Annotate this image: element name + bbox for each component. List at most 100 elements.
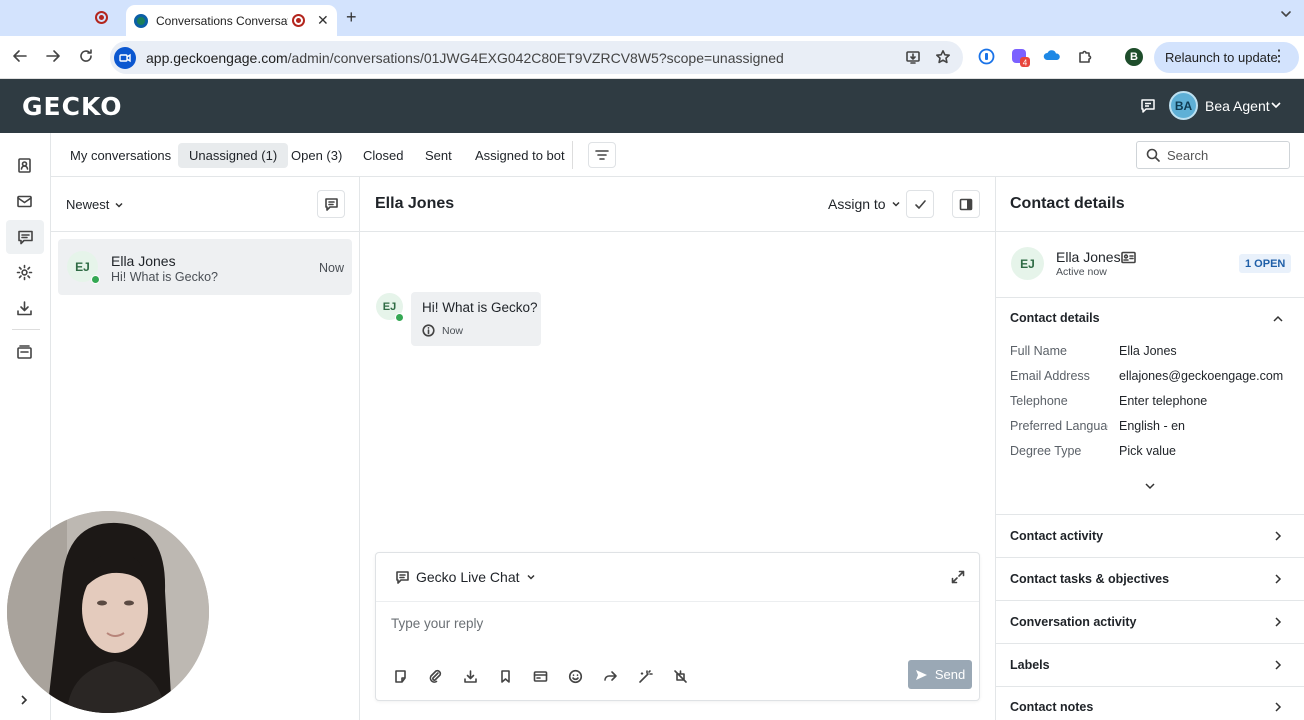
chevron-right-icon[interactable]: [1272, 616, 1284, 628]
section-labels[interactable]: Labels: [1010, 658, 1050, 672]
chevron-down-icon: [115, 202, 123, 208]
composer-toolbar: [393, 669, 688, 684]
section-contact-notes[interactable]: Contact notes: [1010, 700, 1093, 714]
url-text[interactable]: app.geckoengage.com/admin/conversations/…: [146, 50, 784, 66]
browser-toolbar: app.geckoengage.com/admin/conversations/…: [0, 36, 1304, 79]
section-contact-tasks[interactable]: Contact tasks & objectives: [1010, 572, 1169, 586]
download-icon[interactable]: [463, 669, 478, 684]
close-conversation-button[interactable]: [906, 190, 934, 218]
field-value-telephone[interactable]: Enter telephone: [1119, 394, 1207, 408]
extension-badge-icon[interactable]: 4: [1011, 48, 1031, 68]
tab-title: Conversations Conversations: [156, 13, 288, 28]
filter-options-button[interactable]: [588, 142, 616, 168]
field-label-telephone: Telephone: [1010, 394, 1068, 408]
site-info-icon[interactable]: [114, 46, 136, 69]
send-label: Send: [934, 667, 966, 682]
chat-title: Ella Jones: [375, 195, 455, 212]
template-card-icon[interactable]: [533, 669, 548, 684]
new-tab-icon[interactable]: +: [346, 7, 357, 28]
list-item[interactable]: EJ Ella Jones Hi! What is Gecko? Now: [58, 239, 352, 295]
chevron-right-icon[interactable]: [1272, 530, 1284, 542]
chevron-up-icon[interactable]: [1272, 313, 1284, 325]
install-app-icon[interactable]: [905, 49, 921, 65]
forward-share-icon[interactable]: [603, 669, 618, 684]
agent-menu-chevron-icon[interactable]: [1270, 99, 1282, 111]
tab-assigned-to-bot[interactable]: Assigned to bot: [464, 143, 576, 168]
expand-composer-icon[interactable]: [951, 570, 965, 584]
new-conversation-button[interactable]: [317, 190, 345, 218]
field-value-degree-type[interactable]: Pick value: [1119, 444, 1176, 458]
sort-dropdown[interactable]: Newest: [66, 197, 124, 212]
chevron-right-icon[interactable]: [1272, 701, 1284, 713]
conversation-contact-name: Ella Jones: [111, 253, 176, 269]
tab-sent[interactable]: Sent: [414, 143, 463, 168]
show-more-chevron-icon[interactable]: [1144, 480, 1156, 492]
settings-icon[interactable]: [16, 264, 35, 283]
browser-menu-icon[interactable]: ⋮: [1271, 49, 1287, 65]
tab-close-icon[interactable]: ✕: [317, 12, 329, 29]
reply-input[interactable]: [391, 616, 951, 631]
chevron-right-icon[interactable]: [1272, 573, 1284, 585]
recording-icon[interactable]: [95, 11, 108, 24]
tab-my-conversations[interactable]: My conversations: [59, 143, 182, 168]
gecko-logo[interactable]: GECKO: [22, 92, 122, 121]
filter-icon: [595, 150, 609, 160]
open-count-badge[interactable]: 1 OPEN: [1239, 254, 1292, 273]
agent-avatar[interactable]: BA: [1169, 91, 1198, 120]
disable-bot-icon[interactable]: [673, 669, 688, 684]
tab-search-chevron-icon[interactable]: [1280, 8, 1292, 20]
archive-icon[interactable]: [16, 344, 35, 363]
expand-rail-chevron-icon[interactable]: [18, 693, 30, 707]
reply-composer: Gecko Live Chat Send: [375, 552, 980, 701]
toggle-details-button[interactable]: [952, 190, 980, 218]
channel-label: Gecko Live Chat: [416, 569, 520, 585]
note-icon[interactable]: [393, 669, 408, 684]
field-value-language[interactable]: English - en: [1119, 419, 1185, 433]
channel-selector[interactable]: Gecko Live Chat: [395, 569, 536, 585]
app-header: GECKO BA Bea Agent: [0, 79, 1304, 133]
filter-divider: [572, 141, 573, 169]
chevron-right-icon[interactable]: [1272, 659, 1284, 671]
back-icon[interactable]: [12, 48, 28, 64]
section-conversation-activity[interactable]: Conversation activity: [1010, 615, 1136, 629]
forward-icon[interactable]: [45, 48, 61, 64]
section-contact-details[interactable]: Contact details: [1010, 311, 1100, 325]
bookmark-star-icon[interactable]: [935, 49, 951, 65]
password-extension-icon[interactable]: [978, 48, 995, 65]
contact-card-icon[interactable]: [1121, 251, 1136, 264]
send-button[interactable]: Send: [908, 660, 972, 689]
profile-avatar[interactable]: B: [1125, 48, 1143, 66]
reload-icon[interactable]: [78, 48, 94, 64]
contact-name[interactable]: Ella Jones: [1056, 249, 1121, 265]
conversation-time: Now: [318, 261, 344, 275]
rail-divider: [12, 329, 40, 330]
tab-closed[interactable]: Closed: [352, 143, 414, 168]
browser-tab[interactable]: Conversations Conversations ✕: [126, 5, 337, 36]
header-chat-icon[interactable]: [1140, 98, 1156, 114]
search-box[interactable]: [1136, 141, 1290, 169]
field-value-email[interactable]: ellajones@geckoengage.com: [1119, 369, 1283, 383]
search-input[interactable]: [1167, 147, 1277, 163]
field-value-full-name[interactable]: Ella Jones: [1119, 344, 1177, 358]
magic-wand-icon[interactable]: [638, 669, 653, 684]
contacts-icon[interactable]: [16, 157, 35, 176]
message-text: Hi! What is Gecko?: [422, 300, 538, 315]
relaunch-button[interactable]: Relaunch to update ⋮: [1154, 42, 1299, 73]
inbox-icon[interactable]: [16, 193, 35, 212]
tab-unassigned[interactable]: Unassigned (1): [178, 143, 289, 168]
tab-favicon-icon: [134, 13, 148, 28]
section-contact-activity[interactable]: Contact activity: [1010, 529, 1103, 543]
address-bar[interactable]: app.geckoengage.com/admin/conversations/…: [110, 41, 963, 74]
tab-open[interactable]: Open (3): [280, 143, 353, 168]
conversations-icon[interactable]: [6, 220, 44, 254]
cloud-extension-icon[interactable]: [1043, 48, 1061, 64]
assign-to-dropdown[interactable]: Assign to: [828, 196, 901, 212]
download-icon[interactable]: [16, 300, 35, 319]
webcam-overlay[interactable]: [7, 511, 209, 713]
bookmark-icon[interactable]: [498, 669, 513, 684]
agent-name[interactable]: Bea Agent: [1205, 98, 1270, 114]
extensions-puzzle-icon[interactable]: [1077, 48, 1094, 65]
sort-label: Newest: [66, 197, 110, 212]
attachment-icon[interactable]: [428, 669, 443, 684]
emoji-icon[interactable]: [568, 669, 583, 684]
